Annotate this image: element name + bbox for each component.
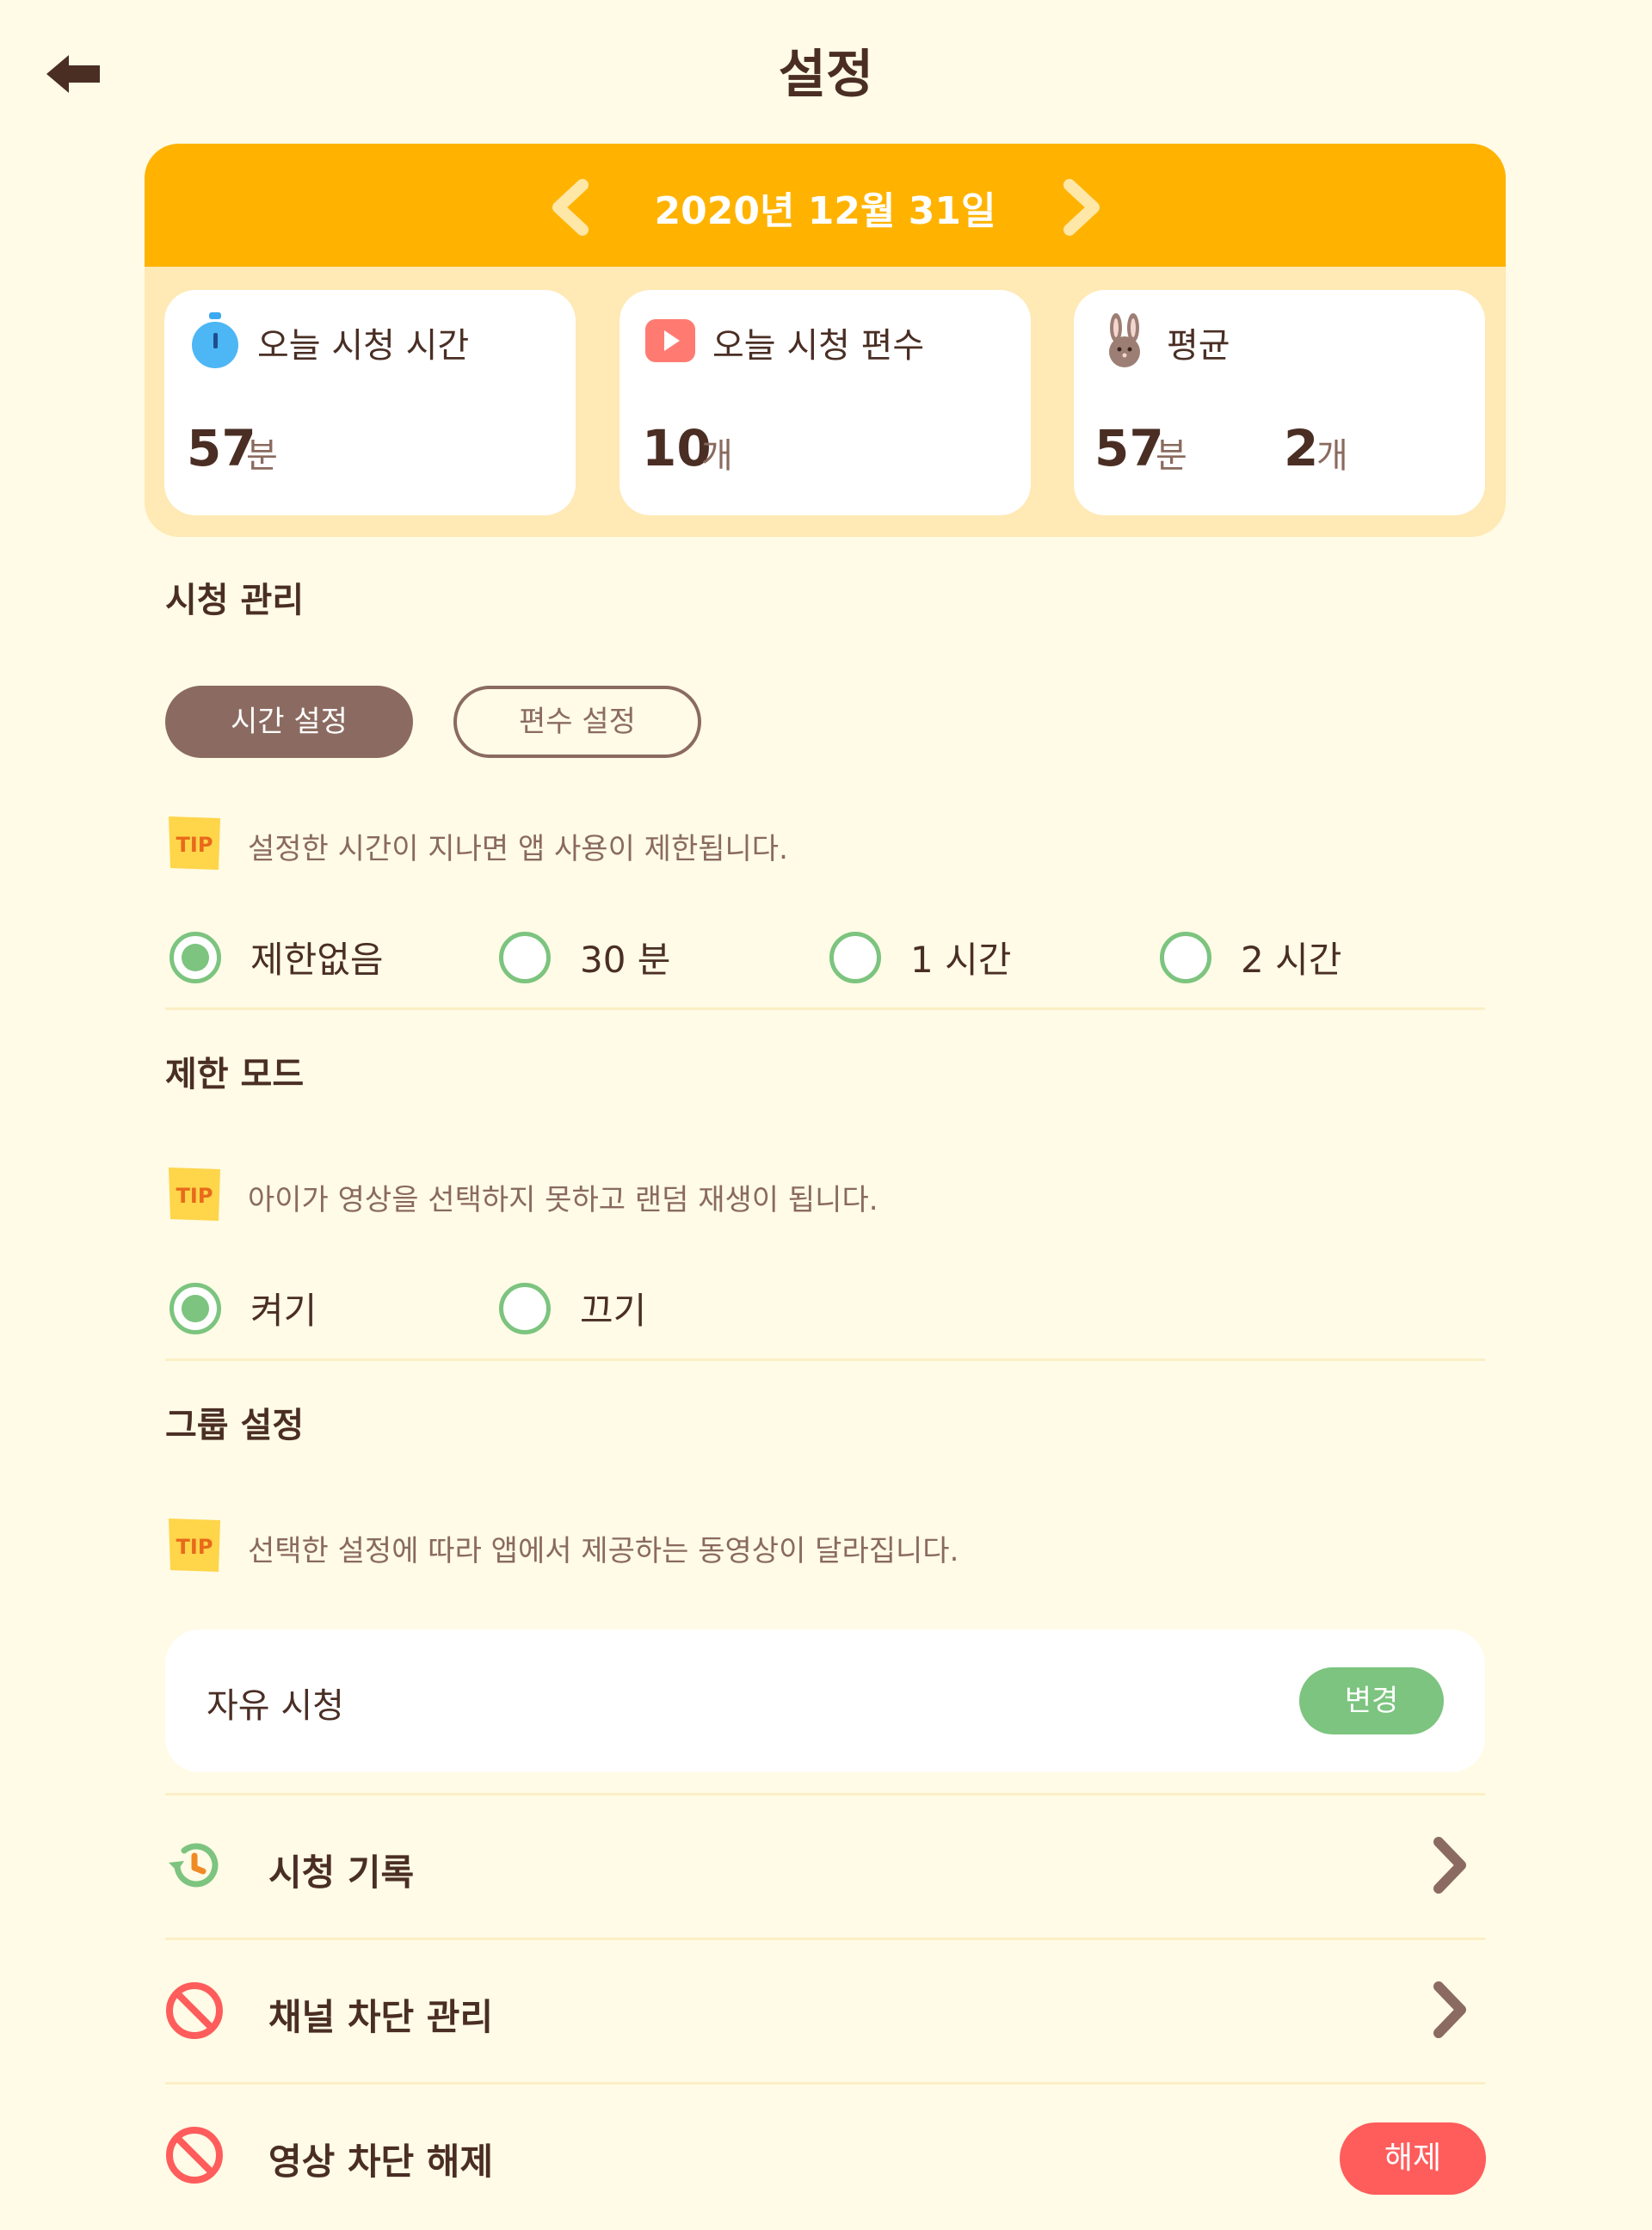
tab-time-setting[interactable]: 시간 설정 xyxy=(165,686,413,758)
chevron-right-icon[interactable] xyxy=(1059,178,1107,237)
radio-label: 제한없음 xyxy=(250,939,384,981)
stat-unit: 분 xyxy=(1156,436,1187,476)
tip-badge-icon: TIP xyxy=(169,1518,220,1572)
release-button[interactable]: 해제 xyxy=(1340,2122,1486,2195)
current-group-name: 자유 시청 xyxy=(206,1686,344,1726)
tip-badge-icon: TIP xyxy=(169,816,220,870)
stopwatch-icon xyxy=(192,312,238,368)
chevron-right-icon xyxy=(1433,1981,1466,2038)
menu-label: 시청 기록 xyxy=(268,1851,415,1894)
tip-text: 설정한 시간이 지나면 앱 사용이 제한됩니다. xyxy=(248,832,788,866)
menu-channel-block[interactable]: 채널 차단 관리 xyxy=(165,1938,1485,2081)
radio-button-checked[interactable] xyxy=(170,931,221,983)
svg-text:TIP: TIP xyxy=(176,833,213,857)
menu-watch-history[interactable]: 시청 기록 xyxy=(165,1794,1485,1937)
svg-text:TIP: TIP xyxy=(176,1535,213,1559)
tip-text: 아이가 영상을 선택하지 못하고 랜덤 재생이 됩니다. xyxy=(248,1183,878,1217)
tip-badge-icon: TIP xyxy=(169,1167,220,1221)
tab-count-setting[interactable]: 편수 설정 xyxy=(453,686,701,758)
tip-row: TIP 설정한 시간이 지나면 앱 사용이 제한됩니다. xyxy=(165,815,1456,875)
radio-label: 켜기 xyxy=(250,1290,317,1332)
rabbit-icon xyxy=(1109,313,1140,367)
block-icon xyxy=(166,1982,223,2039)
stat-average-count-value: 2 xyxy=(1284,419,1319,477)
group-card: 자유 시청 변경 xyxy=(165,1629,1485,1772)
menu-label: 영상 차단 해제 xyxy=(268,2141,494,2183)
stat-unit: 분 xyxy=(246,436,278,476)
section-title-watch-management: 시청 관리 xyxy=(165,581,305,620)
stat-average-time-value: 57 xyxy=(1094,419,1164,477)
stat-label: 평균 xyxy=(1167,326,1230,366)
section-title-restrict-mode: 제한 모드 xyxy=(165,1055,305,1094)
radio-30-min[interactable]: 30 분 xyxy=(499,931,670,983)
current-date: 2020년 12월 31일 xyxy=(654,189,996,233)
divider xyxy=(165,1358,1485,1361)
radio-label: 2 시간 xyxy=(1241,939,1342,981)
radio-label: 30 분 xyxy=(580,939,671,981)
stat-average: 평균 57 분 2 개 xyxy=(1074,290,1485,515)
block-icon xyxy=(166,2127,223,2184)
stat-watch-count: 오늘 시청 편수 10 개 xyxy=(620,290,1031,515)
tip-row: TIP 선택한 설정에 따라 앱에서 제공하는 동영상이 달라집니다. xyxy=(165,1517,1456,1577)
radio-1-hour[interactable]: 1 시간 xyxy=(829,931,1011,983)
radio-button[interactable] xyxy=(1160,931,1211,983)
stat-unit: 개 xyxy=(1316,436,1348,476)
radio-no-limit[interactable]: 제한없음 xyxy=(170,931,384,983)
header: 설정 xyxy=(0,0,1652,138)
section-title-group-settings: 그룹 설정 xyxy=(165,1406,305,1445)
radio-label: 1 시간 xyxy=(910,939,1012,981)
next-date-button[interactable] xyxy=(1059,178,1107,237)
stat-label: 오늘 시청 편수 xyxy=(712,326,925,366)
radio-label: 끄기 xyxy=(580,1290,647,1332)
divider xyxy=(165,1007,1485,1010)
stat-unit: 개 xyxy=(701,436,733,476)
radio-button[interactable] xyxy=(829,931,881,983)
stats-card: 2020년 12월 31일 오늘 시청 시간 57 분 오늘 시청 편수 10 … xyxy=(145,144,1506,537)
history-icon xyxy=(169,1843,219,1888)
stat-label: 오늘 시청 시간 xyxy=(257,326,470,366)
menu-video-unblock: 영상 차단 해제 해제 xyxy=(165,2083,1486,2226)
change-group-button[interactable]: 변경 xyxy=(1299,1667,1444,1734)
menu-label: 채널 차단 관리 xyxy=(268,1996,494,2038)
tip-row: TIP 아이가 영상을 선택하지 못하고 랜덤 재생이 됩니다. xyxy=(165,1166,1456,1226)
stat-watch-time: 오늘 시청 시간 57 분 xyxy=(164,290,576,515)
chevron-right-icon xyxy=(1433,1837,1466,1894)
radio-off[interactable]: 끄기 xyxy=(499,1282,646,1334)
radio-on[interactable]: 켜기 xyxy=(170,1282,317,1334)
date-navigator: 2020년 12월 31일 xyxy=(145,144,1506,267)
play-icon xyxy=(645,319,695,362)
radio-2-hours[interactable]: 2 시간 xyxy=(1160,931,1341,983)
tip-text: 선택한 설정에 따라 앱에서 제공하는 동영상이 달라집니다. xyxy=(248,1534,959,1568)
radio-button[interactable] xyxy=(499,1282,551,1334)
radio-button[interactable] xyxy=(499,931,551,983)
svg-text:TIP: TIP xyxy=(176,1184,213,1208)
radio-button-checked[interactable] xyxy=(170,1282,221,1334)
page-title: 설정 xyxy=(778,45,874,105)
